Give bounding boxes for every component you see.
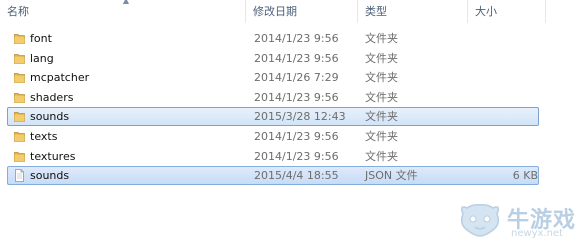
column-header-type-label: 类型 xyxy=(365,5,387,18)
file-size xyxy=(470,147,538,166)
folder-icon xyxy=(13,71,26,84)
file-row-selected[interactable]: sounds 2015/3/28 12:43 文件夹 xyxy=(0,107,584,127)
file-date: 2014/1/23 9:56 xyxy=(254,90,339,104)
file-row[interactable]: font 2014/1/23 9:56 文件夹 xyxy=(0,29,584,49)
file-date: 2014/1/26 7:29 xyxy=(254,71,339,85)
file-name: font xyxy=(30,32,52,45)
file-date: 2014/1/23 9:56 xyxy=(254,32,339,45)
file-explorer: 名称 ▲ 修改日期 类型 大小 font 2014/1/23 9:56 文件夹 xyxy=(0,0,584,245)
sort-ascending-icon: ▲ xyxy=(122,0,130,5)
file-type: 文件夹 xyxy=(365,51,398,65)
column-header-bar: 名称 ▲ 修改日期 类型 大小 xyxy=(0,0,584,24)
folder-icon xyxy=(13,52,26,65)
column-header-date[interactable]: 修改日期 xyxy=(246,0,358,23)
file-date: 2014/1/23 9:56 xyxy=(254,129,339,143)
folder-icon xyxy=(13,91,26,104)
file-row[interactable]: textures 2014/1/23 9:56 文件夹 xyxy=(0,147,584,167)
file-size xyxy=(470,68,538,87)
watermark: 牛游戏 newyx.net xyxy=(455,198,580,242)
file-name: sounds xyxy=(30,169,70,183)
file-type: 文件夹 xyxy=(365,71,398,85)
file-name: texts xyxy=(30,129,58,143)
file-type: 文件夹 xyxy=(365,32,398,45)
file-size xyxy=(470,29,538,48)
file-row[interactable]: shaders 2014/1/23 9:56 文件夹 xyxy=(0,88,584,108)
folder-icon xyxy=(13,150,26,163)
file-row[interactable]: lang 2014/1/23 9:56 文件夹 xyxy=(0,49,584,69)
file-type: 文件夹 xyxy=(365,129,398,143)
column-header-size-label: 大小 xyxy=(475,5,497,18)
file-type: 文件夹 xyxy=(365,149,398,163)
file-date: 2014/1/23 9:56 xyxy=(254,149,339,163)
file-type: 文件夹 xyxy=(365,110,398,124)
file-date: 2015/3/28 12:43 xyxy=(254,110,346,124)
file-date: 2015/4/4 18:55 xyxy=(254,169,339,183)
folder-icon xyxy=(13,32,26,45)
file-size xyxy=(470,49,538,68)
column-header-date-label: 修改日期 xyxy=(253,5,297,18)
watermark-url: newyx.net xyxy=(511,228,564,239)
file-size xyxy=(470,107,538,126)
folder-icon xyxy=(13,110,26,123)
folder-icon xyxy=(13,130,26,143)
file-size xyxy=(470,88,538,107)
file-name: mcpatcher xyxy=(30,71,90,85)
column-header-name[interactable]: 名称 ▲ xyxy=(0,0,246,23)
file-row[interactable]: texts 2014/1/23 9:56 文件夹 xyxy=(0,127,584,147)
file-type: 文件夹 xyxy=(365,90,398,104)
file-size: 6 KB xyxy=(512,169,538,183)
file-type: JSON 文件 xyxy=(365,169,418,183)
file-size xyxy=(470,127,538,146)
file-name: textures xyxy=(30,149,76,163)
file-list: font 2014/1/23 9:56 文件夹 lang 2014/1/23 9… xyxy=(0,29,584,186)
file-name: lang xyxy=(30,51,54,65)
file-name: sounds xyxy=(30,110,70,124)
column-header-size[interactable]: 大小 xyxy=(468,0,546,23)
column-header-name-label: 名称 xyxy=(7,5,29,18)
file-name: shaders xyxy=(30,90,74,104)
file-row[interactable]: mcpatcher 2014/1/26 7:29 文件夹 xyxy=(0,68,584,88)
file-row-selected[interactable]: sounds 2015/4/4 18:55 JSON 文件 6 KB xyxy=(0,166,584,186)
file-icon xyxy=(13,169,26,183)
file-date: 2014/1/23 9:56 xyxy=(254,51,339,65)
column-header-type[interactable]: 类型 xyxy=(358,0,468,23)
watermark-logo-icon xyxy=(460,204,500,237)
